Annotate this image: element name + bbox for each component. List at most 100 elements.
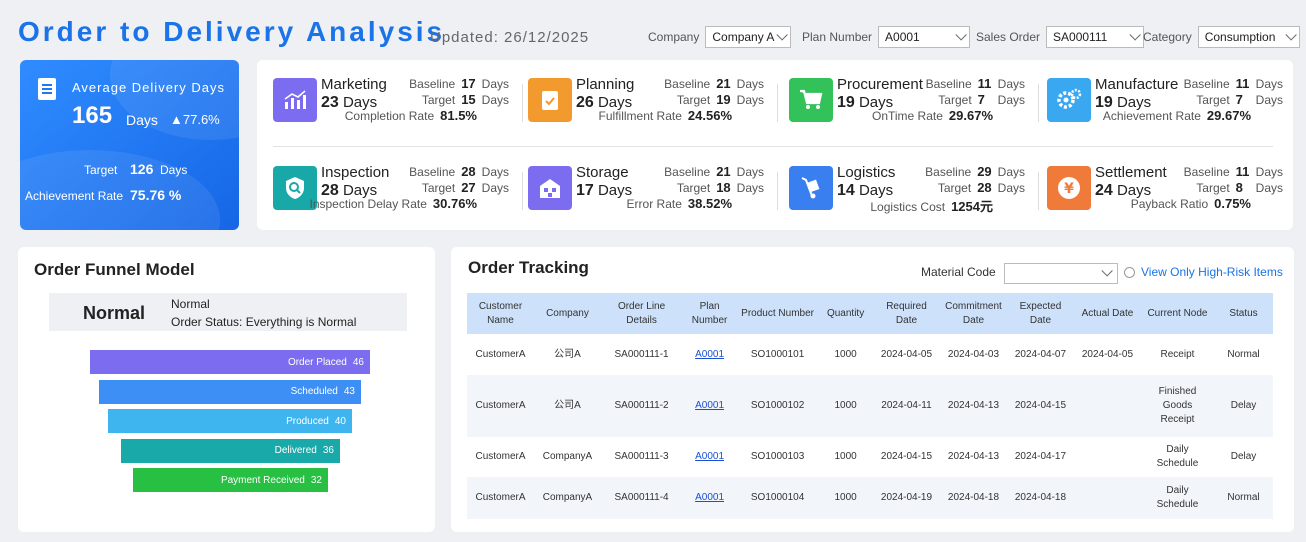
filter-sales-order: Sales Order SA000111 <box>976 26 1145 48</box>
cell-text: Receipt <box>1160 348 1195 360</box>
table-cell: 1000 <box>818 375 873 437</box>
high-risk-label[interactable]: View Only High-Risk Items <box>1141 265 1283 279</box>
kpi-card-planning: Planning 26 Days Baseline 21 Days Target 19… <box>528 74 778 134</box>
column-header[interactable]: Customer Name <box>467 293 534 334</box>
target-value: 18 <box>716 180 731 195</box>
divider <box>522 172 523 210</box>
kpi-name: Manufacture <box>1095 76 1179 93</box>
kpi-metric-row: Inspection Delay Rate 30.76% <box>310 196 510 211</box>
target-value: 27 <box>461 180 476 195</box>
funnel-bar[interactable]: Scheduled 43 <box>99 379 361 404</box>
company-select[interactable]: Company A <box>705 26 792 48</box>
material-code-select[interactable] <box>1004 263 1118 284</box>
column-header[interactable]: Expected Date <box>1007 293 1074 334</box>
baseline-label: Baseline <box>664 77 711 91</box>
column-header[interactable]: Actual Date <box>1074 293 1141 334</box>
cell-text: Delay <box>1230 400 1257 411</box>
baseline-value: 11 <box>977 76 992 91</box>
baseline-label: Baseline <box>1183 77 1230 91</box>
funnel-stage-value: 43 <box>343 386 355 397</box>
cell-text: 1000 <box>834 348 857 360</box>
table-cell: A0001 <box>682 477 737 519</box>
table-cell: CustomerA <box>467 437 534 477</box>
kpi-card-settlement: ¥ Settlement 24 Days Baseline 11 Days Targ… <box>1047 162 1297 222</box>
cell-text: 2024-04-05 <box>1081 348 1134 360</box>
order-tracking-table: Customer Name Company Order Line Details Pl… <box>467 293 1273 519</box>
target-label: Target <box>421 93 456 107</box>
table-cell: A0001 <box>682 437 737 477</box>
funnel-bar[interactable]: Payment Received 32 <box>133 468 328 492</box>
table-cell: 2024-04-03 <box>940 334 1007 375</box>
cell-text: Delay <box>1230 451 1257 462</box>
funnel-bar[interactable]: Produced 40 <box>108 409 352 433</box>
table-row[interactable]: CustomerA CompanyA SA000111-4 A0001 SO100010… <box>467 477 1273 519</box>
target-value: 28 <box>977 180 992 195</box>
trend-badge: ▲77.6% <box>170 112 220 127</box>
kpi-metric-row: Achievement Rate 29.67% <box>1103 108 1283 123</box>
target-unit: Days <box>160 163 188 177</box>
plan-number-link[interactable]: A0001 <box>695 492 724 503</box>
column-header[interactable]: Product Number <box>737 293 818 334</box>
column-header[interactable]: Current Node <box>1141 293 1214 334</box>
kpi-target-row: Target 7 Days <box>938 92 1025 107</box>
column-header[interactable]: Plan Number <box>682 293 737 334</box>
plan-number-link[interactable]: A0001 <box>695 349 724 360</box>
plan-number-link[interactable]: A0001 <box>695 451 724 462</box>
kpi-name: Inspection <box>321 164 390 181</box>
table-cell: Finished Goods Receipt <box>1141 375 1214 437</box>
cell-text: 2024-04-03 <box>947 348 1000 360</box>
high-risk-radio[interactable] <box>1124 267 1135 278</box>
column-header[interactable]: Quantity <box>818 293 873 334</box>
table-cell: 2024-04-18 <box>940 477 1007 519</box>
sales-order-select[interactable]: SA000111 <box>1046 26 1145 48</box>
target-unit: Days <box>997 181 1025 195</box>
divider <box>273 146 1273 147</box>
baseline-unit: Days <box>1255 77 1283 91</box>
baseline-unit: Days <box>997 165 1025 179</box>
funnel-stage-value: 32 <box>310 474 322 486</box>
cell-text: SO1000104 <box>750 492 805 503</box>
metric-label: Payback Ratio <box>1130 197 1209 211</box>
funnel-stage-value: 46 <box>352 356 364 368</box>
table-row[interactable]: CustomerA CompanyA SA000111-3 A0001 SO100010… <box>467 437 1273 477</box>
filter-label: Sales Order <box>976 30 1041 44</box>
cell-text: 2024-04-05 <box>880 348 933 360</box>
cell-text: 公司A <box>554 348 581 360</box>
column-header[interactable]: Required Date <box>873 293 940 334</box>
target-label: Target <box>1196 93 1230 107</box>
kpi-card-inspection: Inspection 28 Days Baseline 28 Days Target… <box>273 162 523 222</box>
kpi-metric-row: Logistics Cost 1254元 <box>870 196 1025 215</box>
funnel-bar[interactable]: Order Placed 46 <box>90 350 370 374</box>
kpi-name: Settlement <box>1095 164 1167 181</box>
funnel-bar[interactable]: Delivered 36 <box>121 438 340 463</box>
cell-text: SA000111-1 <box>614 348 669 360</box>
cell-text: 2024-04-13 <box>947 400 1000 411</box>
column-header[interactable]: Status <box>1214 293 1273 334</box>
tracking-title: Order Tracking <box>468 258 589 277</box>
table-cell: 2024-04-07 <box>1007 334 1074 375</box>
funnel-stage-label: Payment Received <box>220 474 305 486</box>
plan-number-link[interactable]: A0001 <box>695 400 724 411</box>
metric-value: 81.5% <box>440 108 477 123</box>
hand-truck-icon <box>789 166 833 210</box>
page-title: Order to Delivery Analysis <box>18 16 446 47</box>
column-header[interactable]: Commitment Date <box>940 293 1007 334</box>
column-header[interactable]: Company <box>534 293 601 334</box>
filter-category: Category Consumption <box>1143 26 1300 48</box>
plan-number-select[interactable]: A0001 <box>878 26 971 48</box>
chart-bars-icon <box>273 78 317 122</box>
target-label: Target <box>1196 181 1230 195</box>
table-cell: 2024-04-15 <box>873 437 940 477</box>
divider <box>777 84 778 122</box>
table-row[interactable]: CustomerA 公司A SA000111-2 A0001 SO1000102 1000… <box>467 375 1273 437</box>
funnel-title: Order Funnel Model <box>34 260 195 279</box>
baseline-label: Baseline <box>925 77 972 91</box>
column-header[interactable]: Order Line Details <box>601 293 682 334</box>
baseline-unit: Days <box>736 165 764 179</box>
table-cell <box>1074 437 1141 477</box>
category-select[interactable]: Consumption <box>1197 26 1300 48</box>
kpi-baseline-row: Baseline 11 Days <box>926 76 1025 91</box>
kpi-card-procurement: Procurement 19 Days Baseline 11 Days Targe… <box>789 74 1039 134</box>
divider <box>522 84 523 122</box>
table-row[interactable]: CustomerA 公司A SA000111-1 A0001 SO1000101 1000… <box>467 334 1273 375</box>
